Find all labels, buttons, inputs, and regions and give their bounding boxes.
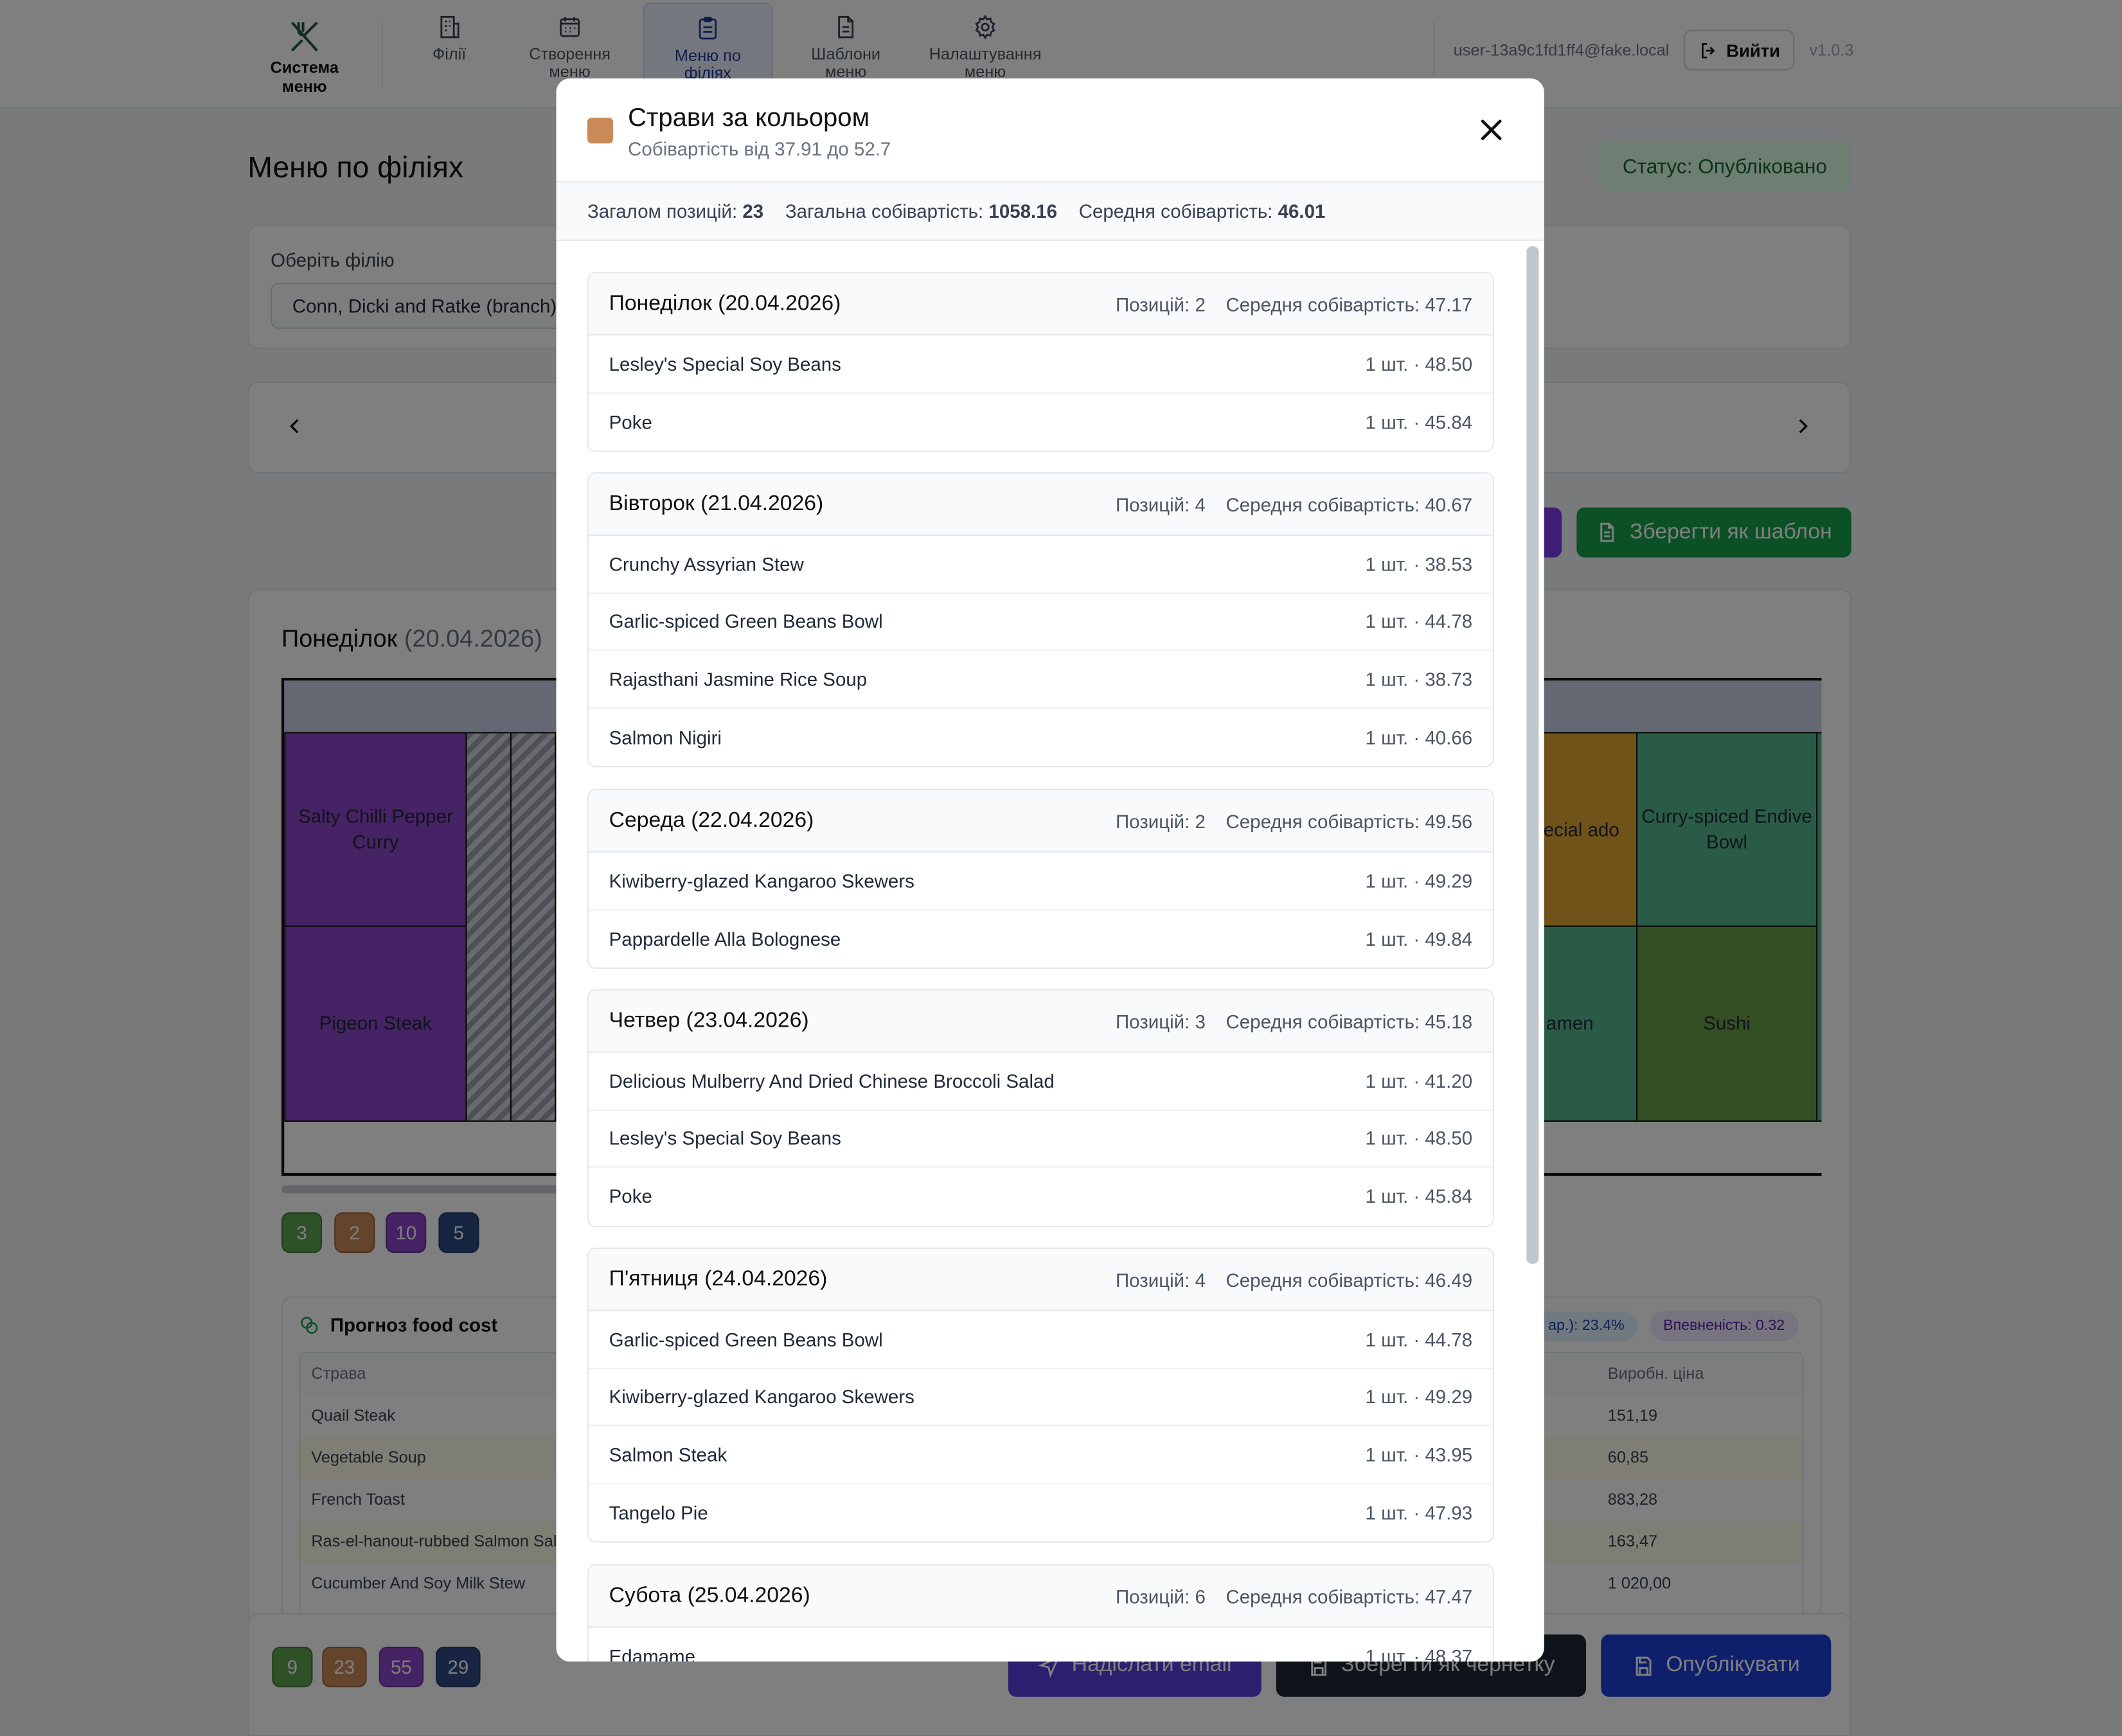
modal-summary: Загалом позицій: 23 Загальна собівартіст…: [556, 182, 1544, 241]
dish-qty-cost: 1 шт. · 38.73: [1365, 668, 1473, 691]
avg-cost-label: Середня собівартість:: [1078, 200, 1273, 222]
dish-qty-cost: 1 шт. · 43.95: [1365, 1444, 1473, 1466]
color-swatch: [587, 118, 613, 144]
dish-qty-cost: 1 шт. · 47.93: [1365, 1501, 1473, 1524]
day-group: Четвер (23.04.2026) Позицій: 3 Середня соб…: [587, 989, 1494, 1227]
modal-title: Страви за кольором: [628, 104, 870, 133]
dish-name: Poke: [609, 1185, 652, 1208]
dish-name: Kiwiberry-glazed Kangaroo Skewers: [609, 1386, 914, 1408]
day-group-count: Позицій: 4: [1115, 493, 1206, 515]
dish-qty-cost: 1 шт. · 48.37: [1365, 1645, 1473, 1662]
dish-row[interactable]: Kiwiberry-glazed Kangaroo Skewers 1 шт. ·…: [589, 1368, 1493, 1427]
dish-name: Edamame: [609, 1645, 696, 1662]
day-group-count: Позицій: 2: [1115, 292, 1206, 315]
day-group-header: П'ятниця (24.04.2026) Позицій: 4 Середня с…: [589, 1248, 1493, 1311]
day-group-count: Позицій: 4: [1115, 1268, 1206, 1291]
dish-row[interactable]: Rajasthani Jasmine Rice Soup 1 шт. · 38.7…: [589, 651, 1493, 709]
dish-row[interactable]: Kiwiberry-glazed Kangaroo Skewers 1 шт. ·…: [589, 853, 1493, 910]
dish-name: Rajasthani Jasmine Rice Soup: [609, 668, 868, 691]
total-items-label: Загалом позицій:: [587, 200, 738, 222]
close-button[interactable]: [1477, 115, 1506, 152]
day-group-avg-cost: Середня собівартість: 47.47: [1226, 1585, 1473, 1607]
dish-qty-cost: 1 шт. · 48.50: [1365, 1128, 1473, 1149]
dish-row[interactable]: Poke 1 шт. · 45.84: [589, 1168, 1493, 1226]
dish-name: Garlic-spiced Green Beans Bowl: [609, 610, 883, 633]
day-group-header: Субота (25.04.2026) Позицій: 6 Середня соб…: [589, 1565, 1493, 1628]
day-group-header: Понеділок (20.04.2026) Позицій: 2 Середня …: [589, 273, 1493, 336]
dish-row[interactable]: Poke 1 шт. · 45.84: [589, 393, 1493, 451]
modal-body: Понеділок (20.04.2026) Позицій: 2 Середня …: [557, 241, 1544, 1662]
day-group-title: Вівторок (21.04.2026): [609, 492, 824, 515]
day-group-title: Четвер (23.04.2026): [609, 1009, 809, 1032]
dish-name: Lesley's Special Soy Beans: [609, 1128, 841, 1149]
dish-row[interactable]: Lesley's Special Soy Beans 1 шт. · 48.50: [589, 1110, 1493, 1168]
day-group-count: Позицій: 3: [1115, 1010, 1206, 1032]
dish-row[interactable]: Salmon Nigiri 1 шт. · 40.66: [589, 709, 1493, 766]
dish-qty-cost: 1 шт. · 49.84: [1365, 928, 1473, 950]
day-group-count: Позицій: 2: [1115, 810, 1206, 832]
close-icon: [1481, 120, 1502, 141]
total-cost-label: Загальна собівартість:: [785, 200, 984, 222]
day-group: Субота (25.04.2026) Позицій: 6 Середня соб…: [587, 1564, 1494, 1662]
day-group-avg-cost: Середня собівартість: 46.49: [1226, 1268, 1473, 1291]
dish-name: Delicious Mulberry And Dried Chinese Bro…: [609, 1070, 1055, 1092]
dish-name: Pappardelle Alla Bolognese: [609, 928, 841, 950]
dish-name: Salmon Nigiri: [609, 727, 722, 748]
modal-scrollbar[interactable]: [1526, 246, 1539, 1264]
day-group-avg-cost: Середня собівартість: 40.67: [1226, 493, 1473, 515]
day-group: Середа (22.04.2026) Позицій: 2 Середня соб…: [587, 788, 1494, 970]
day-group-header: Вівторок (21.04.2026) Позицій: 4 Середня с…: [589, 474, 1493, 536]
dish-name: Salmon Steak: [609, 1444, 727, 1466]
dish-row[interactable]: Pappardelle Alla Bolognese 1 шт. · 49.84: [589, 910, 1493, 968]
dish-qty-cost: 1 шт. · 41.20: [1365, 1070, 1473, 1092]
day-group: П'ятниця (24.04.2026) Позицій: 4 Середня с…: [587, 1247, 1494, 1543]
dishes-by-color-modal: Страви за кольором Собівартість від 37.9…: [556, 78, 1544, 1662]
day-group-header: Четвер (23.04.2026) Позицій: 3 Середня соб…: [589, 990, 1493, 1053]
modal-header: Страви за кольором Собівартість від 37.9…: [556, 78, 1544, 183]
dish-row[interactable]: Lesley's Special Soy Beans 1 шт. · 48.50: [589, 335, 1493, 393]
dish-qty-cost: 1 шт. · 49.29: [1365, 1386, 1473, 1408]
day-group-title: П'ятниця (24.04.2026): [609, 1267, 828, 1291]
dish-name: Garlic-spiced Green Beans Bowl: [609, 1328, 883, 1351]
dish-qty-cost: 1 шт. · 38.53: [1365, 553, 1473, 575]
dish-name: Lesley's Special Soy Beans: [609, 353, 841, 375]
day-group-title: Середа (22.04.2026): [609, 808, 814, 832]
dish-row[interactable]: Garlic-spiced Green Beans Bowl 1 шт. · 44…: [589, 594, 1493, 651]
dish-qty-cost: 1 шт. · 49.29: [1365, 869, 1473, 892]
day-group-avg-cost: Середня собівартість: 49.56: [1226, 810, 1473, 832]
total-items-value: 23: [742, 200, 764, 222]
dish-row[interactable]: Garlic-spiced Green Beans Bowl 1 шт. · 44…: [589, 1311, 1493, 1369]
dish-row[interactable]: Delicious Mulberry And Dried Chinese Bro…: [589, 1052, 1493, 1111]
total-cost-value: 1058.16: [988, 200, 1058, 222]
dish-name: Crunchy Assyrian Stew: [609, 553, 804, 575]
day-group-title: Понеділок (20.04.2026): [609, 291, 841, 315]
dish-name: Poke: [609, 411, 652, 433]
modal-subtitle: Собівартість від 37.91 до 52.7: [628, 137, 891, 160]
day-group: Понеділок (20.04.2026) Позицій: 2 Середня …: [587, 272, 1494, 452]
day-group-count: Позицій: 6: [1115, 1585, 1206, 1607]
app-root: Система меню Філії Створення меню Меню п…: [0, 0, 2122, 1736]
dish-qty-cost: 1 шт. · 40.66: [1365, 727, 1473, 748]
day-group-avg-cost: Середня собівартість: 47.17: [1226, 292, 1473, 315]
avg-cost-value: 46.01: [1278, 200, 1326, 222]
dish-qty-cost: 1 шт. · 48.50: [1365, 353, 1473, 375]
dish-row[interactable]: Salmon Steak 1 шт. · 43.95: [589, 1426, 1493, 1484]
dish-name: Kiwiberry-glazed Kangaroo Skewers: [609, 869, 914, 892]
day-group-header: Середа (22.04.2026) Позицій: 2 Середня соб…: [589, 790, 1493, 853]
day-group: Вівторок (21.04.2026) Позицій: 4 Середня с…: [587, 472, 1494, 768]
dish-row[interactable]: Tangelo Pie 1 шт. · 47.93: [589, 1484, 1493, 1542]
dish-qty-cost: 1 шт. · 45.84: [1365, 1185, 1473, 1208]
dish-row[interactable]: Edamame 1 шт. · 48.37: [589, 1628, 1493, 1662]
dish-qty-cost: 1 шт. · 45.84: [1365, 411, 1473, 433]
dish-name: Tangelo Pie: [609, 1501, 708, 1524]
day-group-title: Субота (25.04.2026): [609, 1584, 810, 1607]
dish-qty-cost: 1 шт. · 44.78: [1365, 1328, 1473, 1351]
day-group-avg-cost: Середня собівартість: 45.18: [1226, 1010, 1473, 1032]
dish-qty-cost: 1 шт. · 44.78: [1365, 610, 1473, 633]
dish-row[interactable]: Crunchy Assyrian Stew 1 шт. · 38.53: [589, 536, 1493, 594]
